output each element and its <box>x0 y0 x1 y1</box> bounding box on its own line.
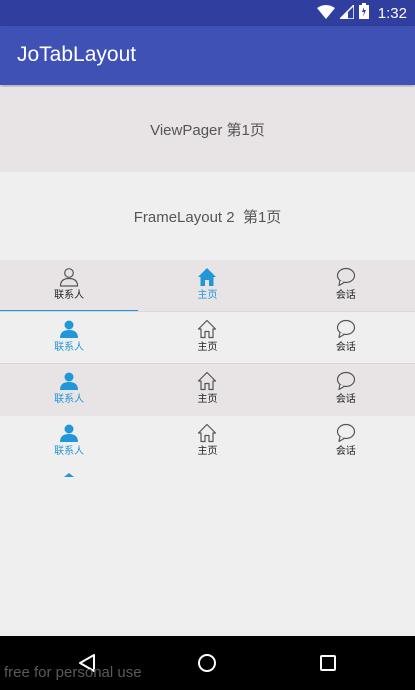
home-icon <box>197 267 217 287</box>
viewpager-page[interactable]: ViewPager 第1页 <box>0 87 415 172</box>
tab-contacts[interactable]: 联系人 <box>0 416 138 477</box>
tab-contacts[interactable]: 联系人 <box>0 260 138 312</box>
tab-chat[interactable]: 会话 <box>277 260 415 312</box>
tab-contacts[interactable]: 联系人 <box>0 364 138 416</box>
viewpager-text: ViewPager 第1页 <box>150 122 265 139</box>
tab-label: 主页 <box>197 446 218 457</box>
tab-label: 会话 <box>335 290 356 301</box>
chat-icon <box>336 319 356 339</box>
tab-label: 会话 <box>335 394 356 405</box>
chat-icon <box>336 267 356 287</box>
tab-bar-2: 联系人 主页 会话 <box>0 312 415 364</box>
status-bar: 1:32 <box>0 0 415 26</box>
tab-label: 会话 <box>335 342 356 353</box>
tab-home[interactable]: 主页 <box>138 364 276 416</box>
tab-bar-1: 联系人 主页 会话 <box>0 260 415 312</box>
tab-chat[interactable]: 会话 <box>277 364 415 416</box>
tab-home[interactable]: 主页 <box>138 260 276 312</box>
tab-label: 联系人 <box>54 394 85 405</box>
person-icon <box>59 267 79 287</box>
signal-icon <box>337 2 355 23</box>
chat-icon <box>336 423 356 443</box>
tab-indicator-triangle <box>64 473 75 477</box>
tab-home[interactable]: 主页 <box>138 312 276 364</box>
recents-icon[interactable] <box>318 653 338 673</box>
tab-label: 主页 <box>197 290 218 301</box>
watermark: free for personal use <box>4 664 142 681</box>
tab-chat[interactable]: 会话 <box>277 416 415 468</box>
tab-label: 会话 <box>335 446 356 457</box>
tab-label: 主页 <box>197 342 218 353</box>
status-icons: 1:32 <box>316 2 407 23</box>
person-icon <box>59 371 79 391</box>
tab-label: 主页 <box>197 394 218 405</box>
tab-bar-4: 联系人 主页 会话 <box>0 416 415 477</box>
home-icon <box>197 423 217 443</box>
tab-bar-3: 联系人 主页 会话 <box>0 364 415 416</box>
tab-label: 联系人 <box>54 446 85 457</box>
wifi-icon <box>316 4 335 23</box>
tab-contacts[interactable]: 联系人 <box>0 312 138 364</box>
tab-label: 联系人 <box>54 290 85 301</box>
framelayout-text: FrameLayout 2 第1页 <box>133 208 282 226</box>
framelayout-page: FrameLayout 2 第1页 <box>0 172 415 260</box>
tab-home[interactable]: 主页 <box>138 416 276 468</box>
chat-icon <box>336 371 356 391</box>
home-icon <box>197 319 217 339</box>
tab-label: 联系人 <box>54 342 85 353</box>
person-icon <box>59 423 79 443</box>
person-icon <box>59 319 79 339</box>
home-circle-icon[interactable] <box>197 653 217 673</box>
battery-icon <box>358 3 369 23</box>
app-bar: JoTabLayout <box>0 26 415 85</box>
home-icon <box>197 371 217 391</box>
tab-chat[interactable]: 会话 <box>277 312 415 364</box>
navigation-bar <box>0 636 415 690</box>
app-title: JoTabLayout <box>17 43 137 66</box>
status-time: 1:32 <box>377 4 407 22</box>
